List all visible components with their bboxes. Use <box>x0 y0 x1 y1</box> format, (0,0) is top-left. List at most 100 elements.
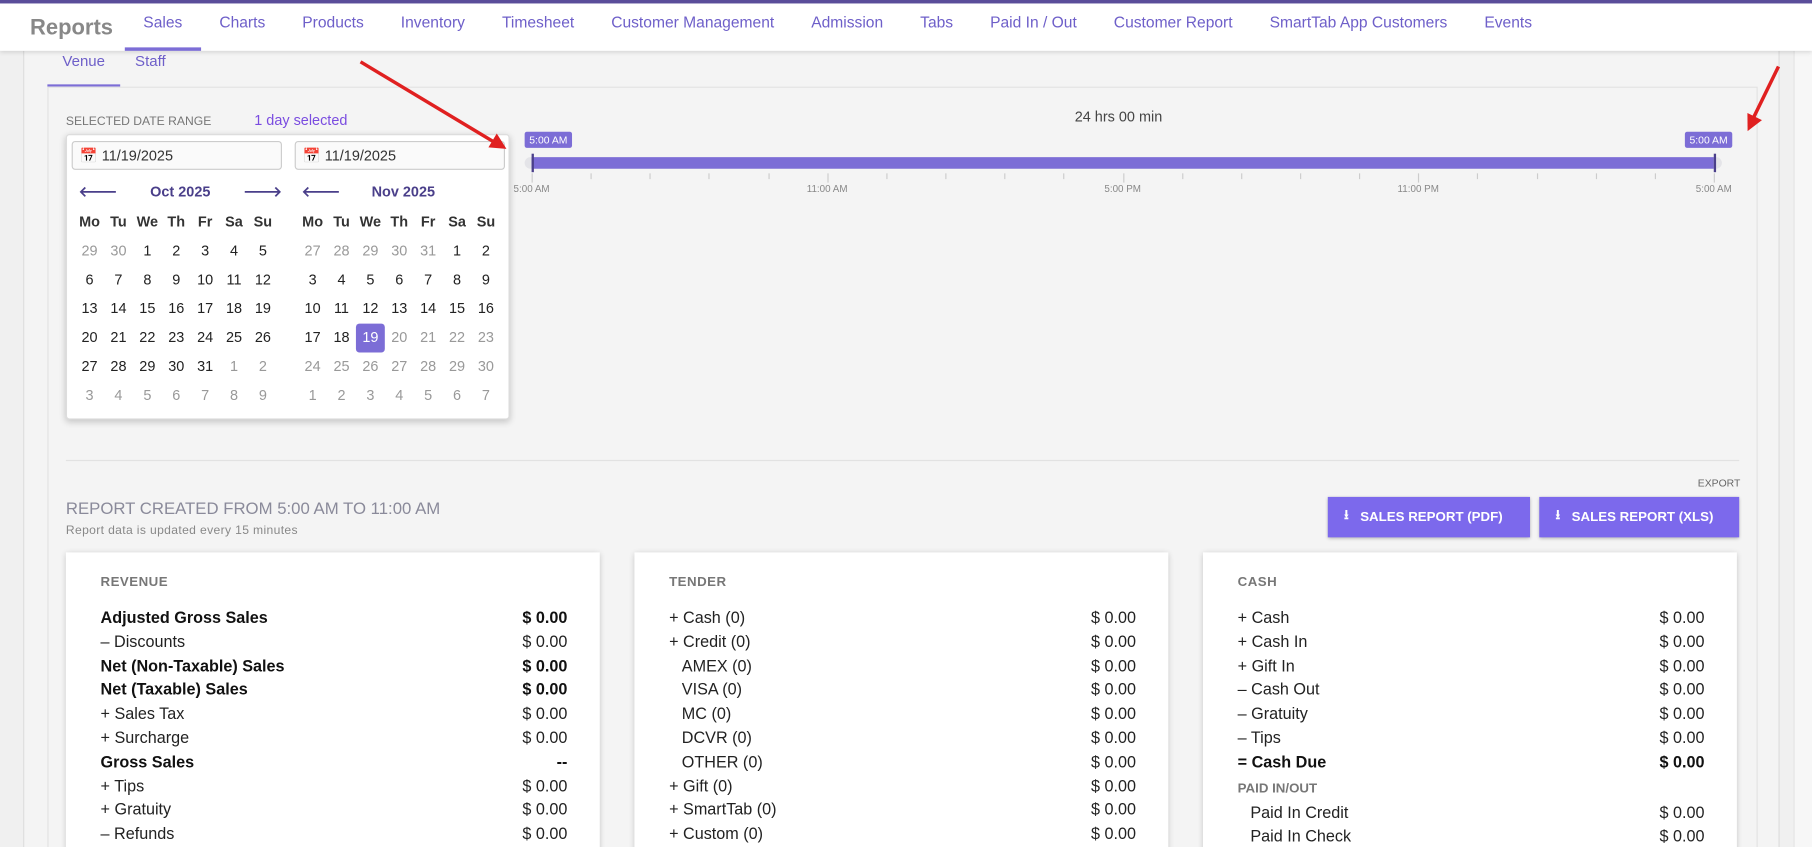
calendar-day[interactable]: 24 <box>298 352 327 381</box>
calendar-day[interactable]: 17 <box>298 324 327 353</box>
calendar-day[interactable]: 13 <box>385 295 414 324</box>
nav-paid-in-out[interactable]: Paid In / Out <box>972 3 1096 50</box>
calendar-day[interactable]: 16 <box>162 295 191 324</box>
calendar-day[interactable]: 1 <box>133 237 162 266</box>
calendar-day[interactable]: 17 <box>191 295 220 324</box>
calendar-day[interactable]: 21 <box>104 324 133 353</box>
calendar-day[interactable]: 27 <box>385 352 414 381</box>
tab-staff[interactable]: Staff <box>120 51 181 87</box>
calendar-day[interactable]: 8 <box>133 266 162 295</box>
calendar-day[interactable]: 26 <box>356 352 385 381</box>
calendar-day[interactable]: 10 <box>191 266 220 295</box>
calendar-day[interactable]: 22 <box>133 324 162 353</box>
calendar-day[interactable]: 2 <box>162 237 191 266</box>
nav-admission[interactable]: Admission <box>793 3 902 50</box>
calendar-day[interactable]: 25 <box>327 352 356 381</box>
calendar-day[interactable]: 28 <box>104 352 133 381</box>
calendar-day[interactable]: 3 <box>191 237 220 266</box>
nav-smarttab-app-customers[interactable]: SmartTab App Customers <box>1251 3 1466 50</box>
calendar-day[interactable]: 23 <box>162 324 191 353</box>
nav-customer-report[interactable]: Customer Report <box>1095 3 1251 50</box>
start-date-input[interactable]: 📅 11/19/2025 <box>71 140 282 170</box>
nav-tabs[interactable]: Tabs <box>902 3 972 50</box>
calendar-day[interactable]: 13 <box>75 295 104 324</box>
calendar-day[interactable]: 27 <box>75 352 104 381</box>
calendar-day[interactable]: 21 <box>414 324 443 353</box>
calendar-day[interactable]: 29 <box>356 237 385 266</box>
calendar-day[interactable]: 7 <box>471 381 500 410</box>
calendar-day[interactable]: 4 <box>327 266 356 295</box>
calendar-day[interactable]: 29 <box>133 352 162 381</box>
calendar-day[interactable]: 2 <box>471 237 500 266</box>
calendar-day[interactable]: 25 <box>220 324 249 353</box>
end-date-input[interactable]: 📅 11/19/2025 <box>294 140 506 170</box>
calendar-day[interactable]: 11 <box>220 266 249 295</box>
calendar-day[interactable]: 7 <box>414 266 443 295</box>
calendar-day[interactable]: 15 <box>133 295 162 324</box>
calendar-day[interactable]: 31 <box>414 237 443 266</box>
calendar-day[interactable]: 5 <box>133 381 162 410</box>
nav-timesheet[interactable]: Timesheet <box>483 3 592 50</box>
sales-report-xls-button[interactable]: ⭳ SALES REPORT (XLS) <box>1539 496 1740 538</box>
calendar-day[interactable]: 5 <box>414 381 443 410</box>
calendar-day[interactable]: 12 <box>356 295 385 324</box>
nav-sales[interactable]: Sales <box>124 3 201 51</box>
calendar-day[interactable]: 2 <box>327 381 356 410</box>
time-range-slider[interactable] <box>524 153 1722 173</box>
nav-customer-management[interactable]: Customer Management <box>593 3 793 50</box>
calendar-day[interactable]: 19 <box>355 323 385 353</box>
calendar-day[interactable]: 4 <box>385 381 414 410</box>
nav-events[interactable]: Events <box>1466 3 1551 50</box>
calendar-day[interactable]: 6 <box>385 266 414 295</box>
calendar-day[interactable]: 20 <box>75 324 104 353</box>
calendar-day[interactable]: 18 <box>220 295 249 324</box>
arrow-right-icon[interactable]: 🡒 <box>243 176 282 208</box>
calendar-day[interactable]: 10 <box>298 295 327 324</box>
slider-end-handle[interactable] <box>1713 153 1717 173</box>
calendar-day[interactable]: 23 <box>471 324 500 353</box>
calendar-day[interactable]: 24 <box>191 324 220 353</box>
calendar-day[interactable]: 14 <box>104 295 133 324</box>
calendar-day[interactable]: 29 <box>75 237 104 266</box>
calendar-day[interactable]: 5 <box>356 266 385 295</box>
calendar-day[interactable]: 3 <box>75 381 104 410</box>
calendar-day[interactable]: 3 <box>356 381 385 410</box>
slider-start-handle[interactable] <box>531 153 534 173</box>
tab-venue[interactable]: Venue <box>47 51 121 87</box>
calendar-day[interactable]: 22 <box>443 324 472 353</box>
calendar-day[interactable]: 5 <box>248 237 277 266</box>
calendar-day[interactable]: 30 <box>385 237 414 266</box>
calendar-day[interactable]: 28 <box>327 237 356 266</box>
calendar-day[interactable]: 7 <box>191 381 220 410</box>
calendar-day[interactable]: 6 <box>75 266 104 295</box>
calendar-day[interactable]: 8 <box>220 381 249 410</box>
calendar-day[interactable]: 26 <box>248 324 277 353</box>
calendar-day[interactable]: 15 <box>443 295 472 324</box>
calendar-day[interactable]: 1 <box>443 237 472 266</box>
calendar-day[interactable]: 20 <box>385 324 414 353</box>
calendar-day[interactable]: 1 <box>298 381 327 410</box>
calendar-day[interactable]: 16 <box>471 295 500 324</box>
nav-inventory[interactable]: Inventory <box>382 3 483 50</box>
arrow-left-icon[interactable]: 🡐 <box>79 176 118 208</box>
calendar-day[interactable]: 4 <box>104 381 133 410</box>
calendar-day[interactable]: 9 <box>162 266 191 295</box>
calendar-day[interactable]: 4 <box>220 237 249 266</box>
scrollbar[interactable] <box>1793 50 1812 847</box>
calendar-day[interactable]: 11 <box>327 295 356 324</box>
arrow-left-icon[interactable]: 🡐 <box>302 176 341 208</box>
calendar-day[interactable]: 30 <box>104 237 133 266</box>
calendar-day[interactable]: 1 <box>220 352 249 381</box>
calendar-day[interactable]: 14 <box>414 295 443 324</box>
calendar-day[interactable]: 2 <box>248 352 277 381</box>
calendar-day[interactable]: 3 <box>298 266 327 295</box>
calendar-day[interactable]: 9 <box>471 266 500 295</box>
calendar-day[interactable]: 31 <box>191 352 220 381</box>
calendar-day[interactable]: 7 <box>104 266 133 295</box>
nav-charts[interactable]: Charts <box>201 3 284 50</box>
calendar-day[interactable]: 28 <box>414 352 443 381</box>
calendar-day[interactable]: 30 <box>162 352 191 381</box>
calendar-day[interactable]: 30 <box>471 352 500 381</box>
sales-report-pdf-button[interactable]: ⭳ SALES REPORT (PDF) <box>1327 496 1531 538</box>
calendar-day[interactable]: 8 <box>443 266 472 295</box>
